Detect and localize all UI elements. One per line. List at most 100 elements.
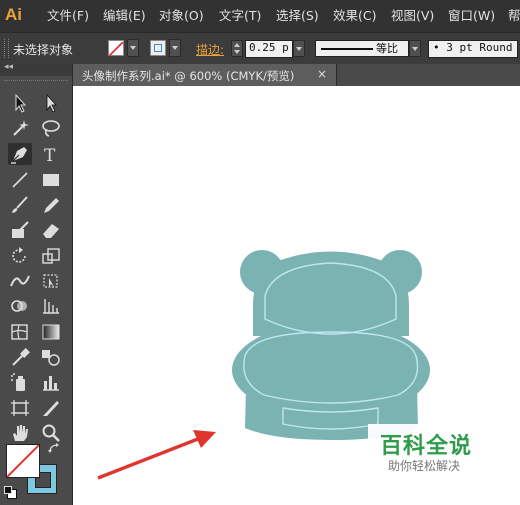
lasso-icon bbox=[42, 120, 60, 137]
width-tool-icon[interactable] bbox=[8, 270, 32, 292]
gradient-icon bbox=[42, 324, 60, 340]
gradient-tool-icon[interactable] bbox=[39, 321, 63, 343]
magnifier-icon bbox=[42, 424, 60, 442]
fill-swatch[interactable] bbox=[108, 40, 124, 57]
stroke-label[interactable]: 描边: bbox=[196, 41, 224, 58]
blend-icon bbox=[42, 350, 60, 366]
type-t-icon: T bbox=[44, 146, 56, 166]
line-segment-tool-icon[interactable] bbox=[8, 169, 32, 191]
rectangle-icon bbox=[43, 174, 59, 186]
paintbrush-tool-icon[interactable] bbox=[8, 194, 32, 216]
shape-builder-tool-icon[interactable] bbox=[8, 295, 32, 317]
document-title: 头像制作系列.ai* @ 600% (CMYK/预览) bbox=[82, 69, 295, 83]
slice-tool-icon[interactable] bbox=[39, 397, 63, 419]
menu-window[interactable]: 窗口(W) bbox=[448, 0, 495, 32]
stroke-weight-input[interactable]: 0.25 p bbox=[245, 40, 293, 58]
tools-panel: ◂◂ T bbox=[0, 62, 73, 505]
perspective-grid-icon bbox=[43, 299, 59, 314]
eraser-icon bbox=[43, 224, 59, 238]
lasso-tool-icon[interactable] bbox=[39, 117, 63, 139]
pencil-icon bbox=[44, 198, 59, 213]
control-bar: 未选择对象 描边: 0.25 p 等比 • 3 pt Round bbox=[0, 32, 520, 65]
app-logo: Ai bbox=[5, 5, 22, 24]
brush-label: 3 pt Round bbox=[446, 41, 513, 54]
paintbrush-icon bbox=[12, 196, 28, 213]
spray-can-icon bbox=[11, 373, 25, 391]
document-tab[interactable]: 头像制作系列.ai* @ 600% (CMYK/预览) × bbox=[72, 64, 337, 86]
stroke-weight-stepper[interactable] bbox=[231, 40, 243, 57]
scale-tool-icon[interactable] bbox=[39, 245, 63, 267]
symbol-sprayer-tool-icon[interactable] bbox=[8, 371, 32, 393]
document-tab-bar: 头像制作系列.ai* @ 600% (CMYK/预览) × bbox=[72, 64, 520, 87]
zoom-tool-icon[interactable] bbox=[39, 422, 63, 444]
free-transform-icon bbox=[43, 274, 58, 288]
type-tool-icon[interactable]: T bbox=[39, 143, 63, 166]
menu-help[interactable]: 帮 bbox=[508, 0, 520, 32]
menu-object[interactable]: 对象(O) bbox=[159, 0, 204, 32]
menu-select[interactable]: 选择(S) bbox=[276, 0, 319, 32]
menu-edit[interactable]: 编辑(E) bbox=[103, 0, 146, 32]
stroke-color-icon bbox=[154, 44, 162, 52]
pen-nib-icon bbox=[11, 147, 27, 164]
eraser-tool-icon[interactable] bbox=[39, 219, 63, 241]
tools-panel-grip[interactable] bbox=[4, 80, 68, 83]
profile-line-icon bbox=[321, 48, 373, 50]
slice-knife-icon bbox=[43, 401, 59, 416]
watermark: 百科全说 助你轻松解决 bbox=[368, 424, 508, 484]
column-graph-icon bbox=[43, 376, 59, 391]
red-arrow-shaft bbox=[97, 435, 204, 480]
perspective-grid-tool-icon[interactable] bbox=[39, 295, 63, 317]
profile-dropdown[interactable] bbox=[409, 40, 421, 57]
variable-width-profile[interactable]: 等比 bbox=[315, 40, 409, 57]
selection-tool-icon[interactable] bbox=[8, 92, 32, 114]
eyedropper-tool-icon[interactable] bbox=[8, 346, 32, 368]
blob-brush-tool-icon[interactable] bbox=[8, 219, 32, 241]
stroke-weight-dropdown[interactable] bbox=[293, 40, 305, 57]
pencil-tool-icon[interactable] bbox=[39, 194, 63, 216]
blend-tool-icon[interactable] bbox=[39, 346, 63, 368]
eyedropper-icon bbox=[12, 348, 30, 366]
collapse-icon[interactable]: ◂◂ bbox=[4, 62, 13, 72]
none-fill-icon bbox=[6, 444, 40, 478]
profile-label: 等比 bbox=[376, 42, 398, 55]
control-bar-grip[interactable] bbox=[4, 39, 9, 58]
tools-panel-header: ◂◂ bbox=[0, 62, 72, 76]
artboard-icon bbox=[11, 400, 29, 416]
pen-tool-icon[interactable] bbox=[8, 143, 32, 165]
scale-icon bbox=[42, 248, 60, 264]
artboard-tool-icon[interactable] bbox=[8, 397, 32, 419]
menu-type[interactable]: 文字(T) bbox=[219, 0, 261, 32]
magic-wand-tool-icon[interactable] bbox=[8, 117, 32, 139]
selection-arrow-icon bbox=[15, 93, 27, 113]
direct-selection-tool-icon[interactable] bbox=[39, 92, 63, 114]
direct-selection-arrow-icon bbox=[46, 93, 57, 113]
fill-dropdown[interactable] bbox=[127, 39, 139, 57]
menu-effect[interactable]: 效果(C) bbox=[333, 0, 376, 32]
menu-view[interactable]: 视图(V) bbox=[391, 0, 434, 32]
stroke-dropdown[interactable] bbox=[169, 39, 181, 57]
width-icon bbox=[10, 275, 30, 287]
wand-icon bbox=[13, 120, 29, 136]
fill-color-box[interactable] bbox=[6, 444, 40, 478]
brush-definition[interactable]: • 3 pt Round bbox=[428, 40, 518, 58]
free-transform-tool-icon[interactable] bbox=[39, 270, 63, 292]
stroke-swatch[interactable] bbox=[150, 40, 166, 56]
watermark-subtitle: 助你轻松解决 bbox=[388, 459, 461, 473]
rotate-tool-icon[interactable] bbox=[8, 245, 32, 267]
swap-fill-stroke-icon[interactable] bbox=[48, 442, 62, 456]
watermark-title: 百科全说 bbox=[380, 434, 473, 459]
mesh-tool-icon[interactable] bbox=[8, 321, 32, 343]
hand-icon bbox=[13, 425, 28, 441]
rectangle-tool-icon[interactable] bbox=[39, 169, 63, 191]
default-colors-icon[interactable] bbox=[4, 486, 17, 499]
stepper-arrows-icon bbox=[234, 43, 240, 54]
close-tab-icon[interactable]: × bbox=[317, 67, 327, 81]
svg-text:T: T bbox=[44, 146, 56, 165]
column-graph-tool-icon[interactable] bbox=[39, 371, 63, 393]
shape-builder-icon bbox=[11, 300, 27, 312]
hand-tool-icon[interactable] bbox=[8, 422, 32, 444]
line-icon bbox=[12, 172, 28, 188]
selection-status: 未选择对象 bbox=[13, 43, 74, 57]
menu-file[interactable]: 文件(F) bbox=[47, 0, 89, 32]
rotate-icon bbox=[12, 247, 26, 263]
